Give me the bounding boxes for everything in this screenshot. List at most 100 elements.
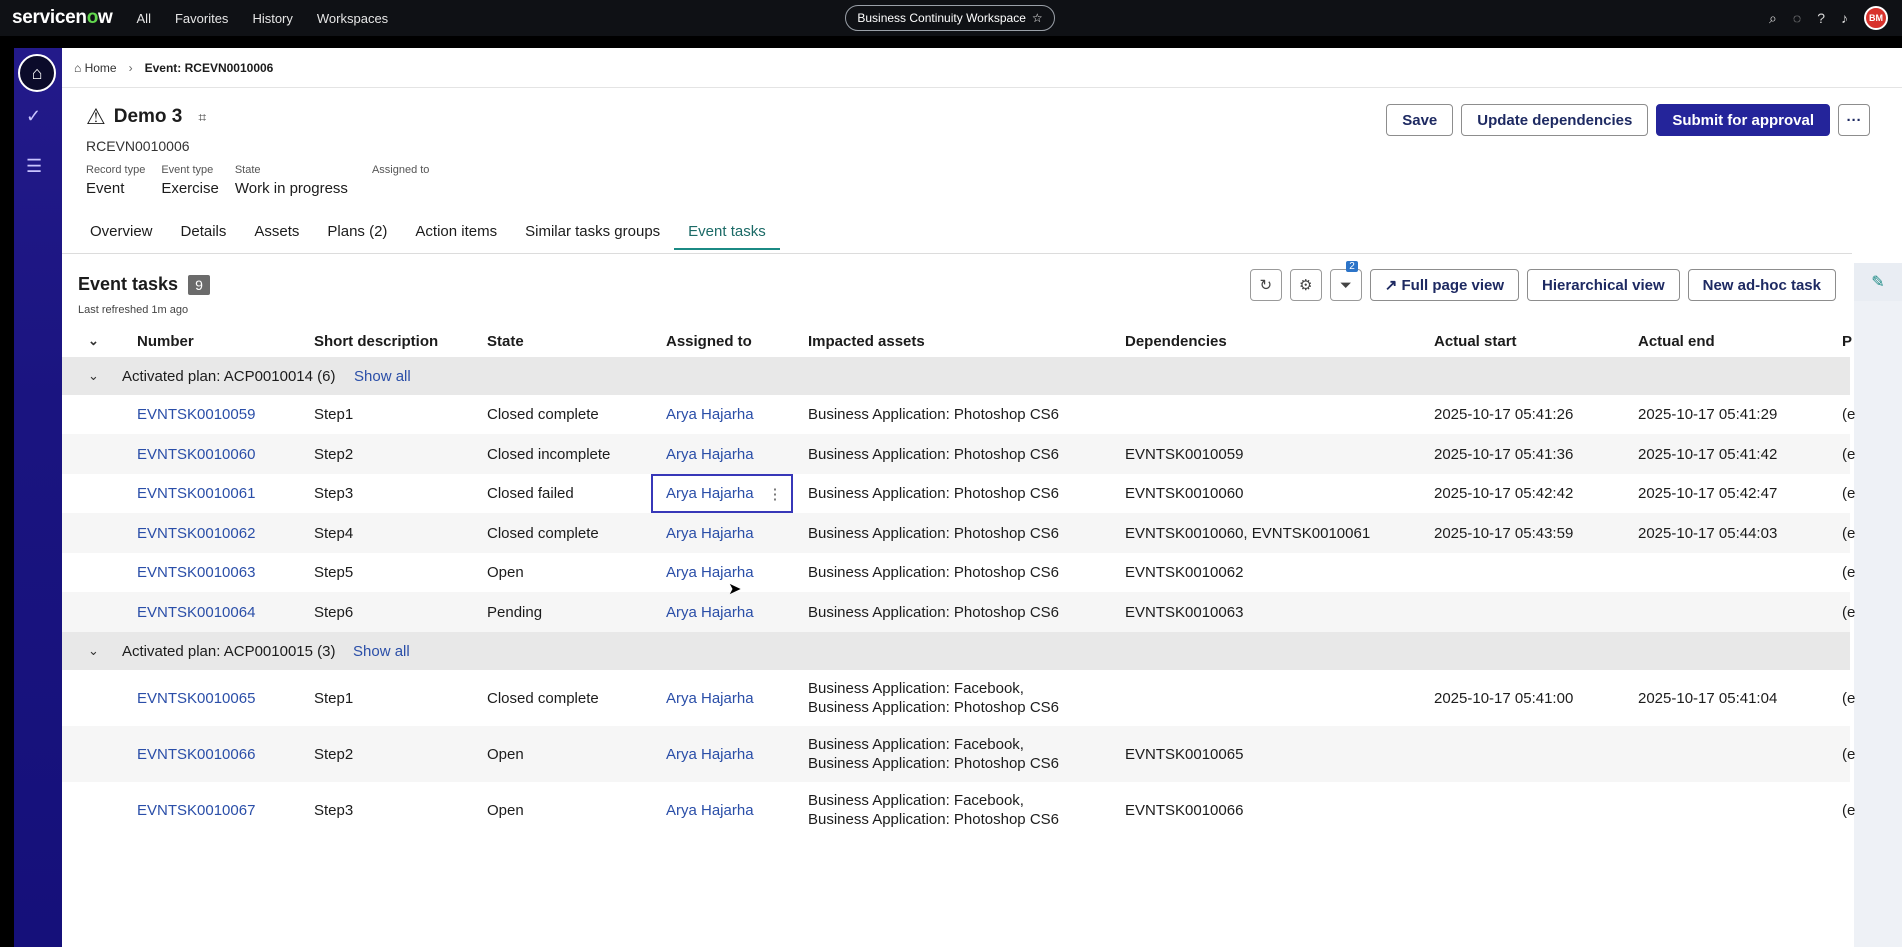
- filter-icon[interactable]: ⏷ 2: [1329, 261, 1362, 301]
- task-number-link[interactable]: EVNTSK0010067: [137, 782, 255, 838]
- assigned-to-link[interactable]: Arya Hajarha: [666, 670, 754, 726]
- tab-event-tasks[interactable]: Event tasks: [674, 223, 780, 250]
- update-dependencies-button[interactable]: Update dependencies: [1461, 104, 1649, 136]
- tab-details[interactable]: Details: [167, 223, 241, 250]
- home-icon[interactable]: ⌂: [18, 54, 56, 92]
- group-row: ⌄ Activated plan: ACP0010014 (6) Show all: [62, 357, 1850, 395]
- dependencies: EVNTSK0010066: [1125, 801, 1244, 819]
- submit-for-approval-button[interactable]: Submit for approval: [1656, 104, 1830, 136]
- table-row: EVNTSK0010064 Step6 Pending Arya Hajarha Bus…: [62, 592, 1855, 632]
- assigned-to-link[interactable]: Arya Hajarha: [666, 395, 754, 434]
- state: Open: [487, 564, 524, 581]
- tab-action-items[interactable]: Action items: [401, 223, 511, 250]
- p-cell: (e: [1842, 485, 1856, 502]
- state: Open: [487, 801, 524, 819]
- header-dependencies[interactable]: Dependencies: [1125, 325, 1227, 357]
- help-icon[interactable]: ?: [1817, 10, 1825, 26]
- impacted-asset-line: Business Application: Facebook,: [808, 680, 1024, 697]
- task-number-link[interactable]: EVNTSK0010061: [137, 474, 255, 513]
- task-number-link[interactable]: EVNTSK0010063: [137, 553, 255, 592]
- tab-similar-tasks-groups[interactable]: Similar tasks groups: [511, 223, 674, 250]
- workspace-pill[interactable]: Business Continuity Workspace ☆: [845, 5, 1055, 31]
- record-header: ⚠ Demo 3 ⌗ RCEVN0010006 Record type Even…: [86, 104, 429, 197]
- impacted-asset-line: Business Application: Photoshop CS6: [808, 699, 1059, 716]
- breadcrumb: ⌂ Home › Event: RCEVN0010006: [62, 48, 1902, 88]
- header-short-description[interactable]: Short description: [314, 325, 438, 357]
- actual-start: 2025-10-17 05:41:00: [1434, 689, 1574, 707]
- impacted-asset-line: Business Application: Photoshop CS6: [808, 564, 1059, 581]
- save-button[interactable]: Save: [1386, 104, 1454, 136]
- group-chevron-icon[interactable]: ⌄: [88, 357, 99, 395]
- panel-title: Event tasks: [78, 274, 179, 294]
- impacted-assets: Business Application: Photoshop CS6: [808, 395, 1059, 434]
- gear-icon[interactable]: ⚙: [1289, 269, 1322, 301]
- new-ad-hoc-task-button[interactable]: New ad-hoc task: [1687, 269, 1836, 301]
- header-p[interactable]: P: [1842, 325, 1852, 357]
- header-actual-end[interactable]: Actual end: [1638, 325, 1715, 357]
- header-state[interactable]: State: [487, 325, 524, 357]
- field-event-type: Event type Exercise: [161, 164, 219, 197]
- servicenow-logo[interactable]: servicenow: [12, 7, 113, 29]
- nav-icons: ⌕ ◌ ? ♪ BM: [1769, 0, 1888, 36]
- tab-overview[interactable]: Overview: [76, 223, 167, 250]
- check-circle-icon[interactable]: ✓: [26, 106, 41, 127]
- avatar[interactable]: BM: [1864, 6, 1888, 30]
- impacted-asset-line: Business Application: Facebook,: [808, 792, 1024, 809]
- group-label: Activated plan: ACP0010014 (6): [122, 367, 336, 385]
- header-number[interactable]: Number: [137, 325, 194, 357]
- more-actions-button[interactable]: ···: [1838, 104, 1870, 136]
- task-number-link[interactable]: EVNTSK0010062: [137, 513, 255, 553]
- bell-icon[interactable]: ♪: [1841, 10, 1848, 26]
- assigned-to-link[interactable]: Arya Hajarha: [666, 513, 754, 553]
- refresh-icon[interactable]: ↻: [1249, 269, 1282, 301]
- main-panel: ⌂ Home › Event: RCEVN0010006 ⚠ Demo 3 ⌗ …: [62, 48, 1902, 947]
- short-description: Step3: [314, 485, 354, 502]
- star-icon[interactable]: ☆: [1032, 11, 1043, 25]
- field-value: Exercise: [161, 180, 219, 197]
- logo-accent: o: [86, 7, 99, 28]
- nav-favorites[interactable]: Favorites: [175, 11, 228, 26]
- nav-all[interactable]: All: [137, 11, 151, 26]
- header-actual-start[interactable]: Actual start: [1434, 325, 1517, 357]
- nav-workspaces[interactable]: Workspaces: [317, 11, 388, 26]
- assigned-to-link[interactable]: Arya Hajarha: [666, 434, 754, 474]
- header-assigned-to[interactable]: Assigned to: [666, 325, 752, 357]
- show-all-link[interactable]: Show all: [353, 632, 410, 670]
- task-number-link[interactable]: EVNTSK0010060: [137, 434, 255, 474]
- breadcrumb-home[interactable]: ⌂ Home: [74, 61, 117, 75]
- task-number-link[interactable]: EVNTSK0010064: [137, 592, 255, 632]
- short-description: Step3: [314, 801, 354, 819]
- collapse-all-chevron-icon[interactable]: ⌄: [88, 325, 99, 357]
- show-all-link[interactable]: Show all: [354, 357, 411, 395]
- hierarchical-view-button[interactable]: Hierarchical view: [1527, 269, 1680, 301]
- chat-icon[interactable]: ◌: [1793, 10, 1801, 26]
- search-icon[interactable]: ⌕: [1769, 10, 1777, 27]
- actual-start: 2025-10-17 05:41:36: [1434, 445, 1574, 463]
- arrow-up-right-icon: ↗: [1384, 277, 1402, 294]
- left-rail: ⌂ ✓ ☰: [14, 48, 62, 947]
- paperclip-icon[interactable]: ✎: [1854, 263, 1902, 301]
- cell-menu-icon[interactable]: ⋮: [768, 485, 783, 503]
- dependencies: EVNTSK0010060: [1125, 485, 1244, 502]
- task-number-link[interactable]: EVNTSK0010066: [137, 726, 255, 782]
- header-impacted-assets[interactable]: Impacted assets: [808, 325, 925, 357]
- assigned-to-link[interactable]: Arya Hajarha: [666, 485, 754, 502]
- tag-icon[interactable]: ⌗: [198, 109, 206, 126]
- breadcrumb-current: Event: RCEVN0010006: [144, 60, 274, 75]
- p-cell: (e: [1842, 524, 1856, 542]
- field-label: Record type: [86, 164, 146, 176]
- tab-assets[interactable]: Assets: [240, 223, 313, 250]
- full-page-view-button[interactable]: ↗ Full page view: [1369, 269, 1520, 301]
- list-icon[interactable]: ☰: [26, 156, 42, 177]
- assigned-to-link[interactable]: Arya Hajarha: [666, 726, 754, 782]
- assigned-to-cell-focused[interactable]: Arya Hajarha ⋮: [651, 474, 793, 513]
- group-chevron-icon[interactable]: ⌄: [88, 632, 99, 670]
- workspace-name: Business Continuity Workspace: [857, 11, 1026, 25]
- tab-plans[interactable]: Plans (2): [313, 223, 401, 250]
- short-description: Step6: [314, 603, 354, 621]
- warning-icon: ⚠: [86, 104, 106, 129]
- task-number-link[interactable]: EVNTSK0010065: [137, 670, 255, 726]
- nav-history[interactable]: History: [252, 11, 292, 26]
- assigned-to-link[interactable]: Arya Hajarha: [666, 782, 754, 838]
- task-number-link[interactable]: EVNTSK0010059: [137, 395, 255, 434]
